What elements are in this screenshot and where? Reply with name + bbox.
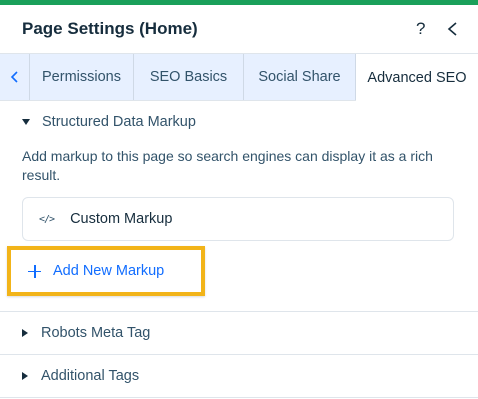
- structured-data-description: Add markup to this page so search engine…: [22, 148, 433, 183]
- tab-seo-basics[interactable]: SEO Basics: [134, 54, 244, 100]
- markup-item-label: Custom Markup: [70, 211, 173, 227]
- tab-permissions[interactable]: Permissions: [30, 54, 134, 100]
- add-new-markup-button[interactable]: Add New Markup: [7, 246, 205, 296]
- expand-right-icon: [22, 329, 28, 337]
- back-chevron-icon[interactable]: [445, 21, 461, 37]
- divider: [0, 397, 478, 398]
- panel-header: Page Settings (Home) ?: [0, 5, 478, 53]
- expand-right-icon: [22, 372, 28, 380]
- robots-meta-toggle[interactable]: Robots Meta Tag: [22, 325, 150, 341]
- structured-data-heading: Structured Data Markup: [42, 114, 196, 130]
- divider: [0, 354, 478, 355]
- robots-meta-heading: Robots Meta Tag: [41, 325, 151, 341]
- additional-tags-heading: Additional Tags: [41, 368, 140, 384]
- custom-markup-item[interactable]: </> Custom Markup: [22, 197, 454, 241]
- tab-scroll-left-icon[interactable]: [0, 54, 30, 100]
- add-new-markup-label: Add New Markup: [53, 263, 165, 279]
- divider: [0, 311, 478, 312]
- panel-title: Page Settings (Home): [22, 19, 198, 38]
- plus-icon: [28, 264, 41, 278]
- structured-data-toggle[interactable]: Structured Data Markup: [22, 114, 196, 130]
- tab-advanced-seo[interactable]: Advanced SEO: [356, 54, 478, 101]
- tab-social-share[interactable]: Social Share: [244, 54, 356, 100]
- help-icon[interactable]: ?: [416, 19, 425, 39]
- tab-bar: Permissions SEO Basics Social Share Adva…: [0, 53, 478, 101]
- code-icon: </>: [39, 213, 55, 225]
- additional-tags-toggle[interactable]: Additional Tags: [22, 368, 139, 384]
- expand-down-icon: [22, 119, 30, 125]
